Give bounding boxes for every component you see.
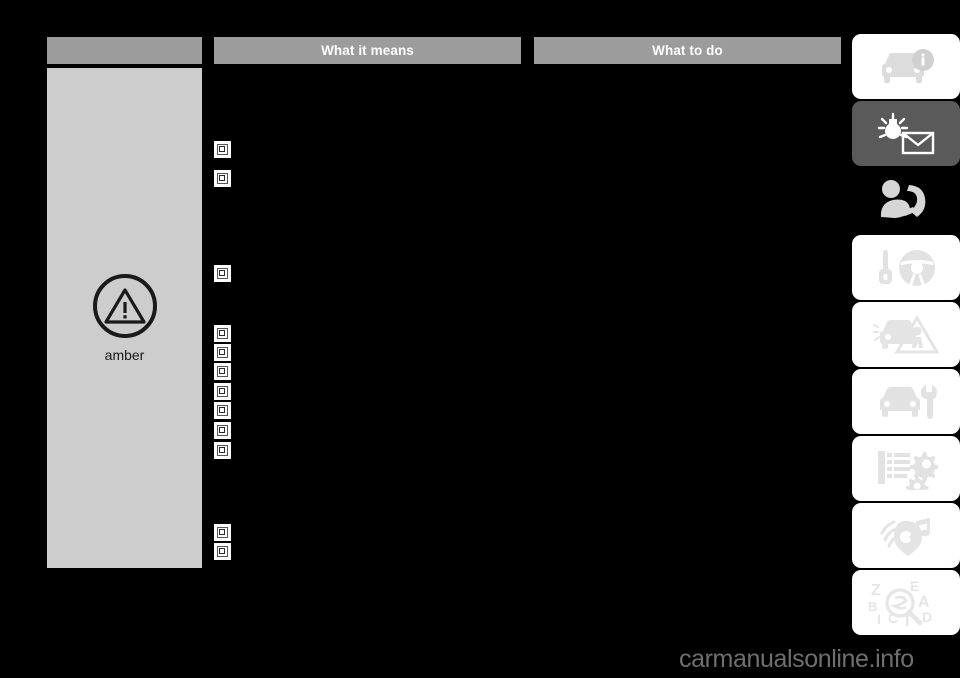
broken-image-placeholder-icon bbox=[214, 141, 231, 158]
sidebar-tab-safety[interactable] bbox=[852, 168, 960, 233]
broken-image-placeholder-icon bbox=[214, 265, 231, 282]
warning-triangle-icon bbox=[92, 274, 157, 338]
list-gears-icon bbox=[874, 448, 938, 490]
sidebar-tab-specs[interactable] bbox=[852, 436, 960, 501]
broken-image-placeholder-icon bbox=[214, 442, 231, 459]
sidebar-tab-index[interactable]: Z B I C T E A D bbox=[852, 570, 960, 635]
car-hazard-icon bbox=[873, 314, 939, 356]
svg-text:D: D bbox=[922, 609, 932, 625]
svg-text:B: B bbox=[868, 599, 877, 614]
media-note-icon bbox=[876, 515, 936, 557]
site-watermark: carmanualsonline.info bbox=[679, 645, 914, 673]
lamp-envelope-icon bbox=[873, 112, 939, 156]
column-header-symbol bbox=[47, 37, 202, 64]
car-info-icon bbox=[875, 48, 937, 86]
broken-image-placeholder-icon bbox=[214, 170, 231, 187]
sidebar-tab-dashboard[interactable] bbox=[852, 34, 960, 99]
broken-image-placeholder-icon bbox=[214, 524, 231, 541]
sidebar-tab-starting[interactable] bbox=[852, 235, 960, 300]
broken-image-placeholder-icon bbox=[214, 383, 231, 400]
key-steering-icon bbox=[874, 247, 938, 289]
broken-image-placeholder-icon bbox=[214, 325, 231, 342]
symbol-colour-label: amber bbox=[104, 347, 145, 363]
column-header-what-to-do: What to do bbox=[534, 37, 841, 64]
svg-text:I: I bbox=[877, 611, 881, 627]
broken-image-placeholder-icon bbox=[214, 363, 231, 380]
car-wrench-icon bbox=[875, 382, 937, 422]
sidebar-tab-emergency[interactable] bbox=[852, 302, 960, 367]
airbag-occupant-icon bbox=[875, 179, 937, 223]
column-header-what-it-means: What it means bbox=[214, 37, 521, 64]
sidebar-tab-servicing[interactable] bbox=[852, 369, 960, 434]
warning-symbol-block: amber bbox=[47, 274, 202, 363]
broken-image-placeholder-icon bbox=[214, 402, 231, 419]
broken-image-placeholder-icon bbox=[214, 543, 231, 560]
broken-image-placeholder-icon bbox=[214, 422, 231, 439]
symbol-column-panel: amber bbox=[47, 68, 202, 568]
svg-text:Z: Z bbox=[871, 582, 881, 599]
sidebar-tab-multimedia[interactable] bbox=[852, 503, 960, 568]
svg-text:E: E bbox=[910, 579, 919, 594]
broken-image-placeholder-icon bbox=[214, 344, 231, 361]
alphabetical-index-icon: Z B I C T E A D bbox=[866, 579, 946, 627]
sidebar-tab-lighting[interactable] bbox=[852, 101, 960, 166]
